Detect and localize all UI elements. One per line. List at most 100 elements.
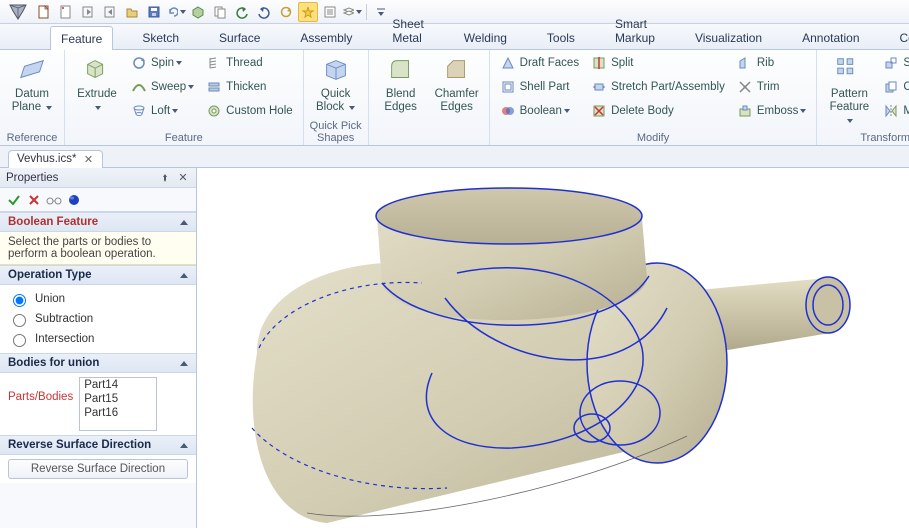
tab-sketch[interactable]: Sketch [131,25,190,49]
sweep-icon [131,79,147,95]
tab-smart-markup[interactable]: Smart Markup [604,11,666,49]
qat-new-icon[interactable] [34,2,54,22]
tab-feature[interactable]: Feature [50,26,113,50]
stretch-part-assembly-button[interactable]: Stretch Part/Assembly [587,76,729,98]
feature-name: Boolean Feature [8,216,98,228]
close-panel-icon[interactable]: ✕ [176,171,190,185]
tab-sheet-metal[interactable]: Sheet Metal [381,11,434,49]
qat-undo-icon[interactable] [232,2,252,22]
group-label: Feature [71,131,297,144]
sweep-button[interactable]: Sweep [127,76,198,98]
radio-input[interactable] [13,334,26,347]
group-label: Modify [496,131,811,144]
qat-export-icon[interactable] [78,2,98,22]
spin-icon [131,55,147,71]
spin-button[interactable]: Spin [127,52,198,74]
feature-name-section[interactable]: Boolean Feature [0,212,196,232]
tab-assembly[interactable]: Assembly [289,25,363,49]
ribbon-tabs: FeatureSketchSurfaceAssemblySheet MetalW… [0,24,909,50]
scale-body-button[interactable]: Scale B [879,52,909,74]
qat-highlight-icon[interactable] [298,2,318,22]
qat-refresh-icon[interactable] [276,2,296,22]
radio-input[interactable] [13,314,26,327]
mirror-button[interactable]: Mirror [879,100,909,122]
blend-edges-button[interactable]: BlendEdges [375,52,427,116]
qat-redo-icon[interactable] [254,2,274,22]
properties-panel: Properties ✕ Boolean Feature Select the … [0,168,197,528]
chamfer-edges-button[interactable]: ChamferEdges [431,52,483,116]
radio-input[interactable] [13,294,26,307]
ribbon-group-transform: PatternFeature Scale BCopy BMirror Transf… [817,50,909,145]
pin-icon[interactable] [158,171,172,185]
split-button[interactable]: Split [587,52,729,74]
quick-block-button[interactable]: QuickBlock [310,52,362,116]
collapse-icon [180,443,188,448]
thicken-button[interactable]: Thicken [202,76,296,98]
radio-intersection[interactable]: Intersection [8,329,188,349]
list-item[interactable]: Part15 [80,392,156,406]
panel-toolbar [0,188,196,212]
parts-bodies-list[interactable]: Part14Part15Part16 [79,377,157,431]
qat-open-icon[interactable] [122,2,142,22]
viewport-3d[interactable] [197,168,909,528]
cancel-icon[interactable] [26,192,42,208]
pattern-feature-button[interactable]: PatternFeature [823,52,875,129]
radio-subtraction[interactable]: Subtraction [8,309,188,329]
extrude-button[interactable]: Extrude [71,52,123,116]
chamfer-edges-icon [441,54,473,86]
qat-new2-icon[interactable] [56,2,76,22]
operation-type-section[interactable]: Operation Type [0,265,196,285]
document-tab[interactable]: Vevhus.ics* ✕ [8,150,103,168]
group-label: Transform [823,131,909,144]
scale-body-icon [883,55,899,71]
boolean-button[interactable]: Boolean [496,100,583,122]
hint-text: Select the parts or bodies to perform a … [0,232,196,265]
qat-copy-icon[interactable] [210,2,230,22]
ok-icon[interactable] [6,192,22,208]
tab-common[interactable]: Common [889,25,909,49]
tab-annotation[interactable]: Annotation [791,25,870,49]
emboss-button[interactable]: Emboss [733,100,811,122]
panel-title-bar: Properties ✕ [0,168,196,188]
reverse-section[interactable]: Reverse Surface Direction [0,435,196,455]
sphere-icon[interactable] [66,192,82,208]
draft-faces-button[interactable]: Draft Faces [496,52,583,74]
copy-body-button[interactable]: Copy B [879,76,909,98]
qat-undo-menu-icon[interactable] [166,2,186,22]
blend-edges-icon [385,54,417,86]
list-item[interactable]: Part14 [80,378,156,392]
qat-list-icon[interactable] [320,2,340,22]
qat-save-icon[interactable] [144,2,164,22]
quick-access-toolbar [0,0,909,24]
tab-tools[interactable]: Tools [536,25,586,49]
datum-plane-icon [16,54,48,86]
close-icon[interactable]: ✕ [82,153,94,165]
qat-object-icon[interactable] [188,2,208,22]
qat-import-icon[interactable] [100,2,120,22]
trim-button[interactable]: Trim [733,76,811,98]
bodies-section[interactable]: Bodies for union [0,353,196,373]
radio-union[interactable]: Union [8,289,188,309]
rib-icon [737,55,753,71]
shell-part-icon [500,79,516,95]
collapse-icon [180,220,188,225]
rib-button[interactable]: Rib [733,52,811,74]
list-item[interactable]: Part16 [80,406,156,420]
document-tabs: Vevhus.ics* ✕ [0,146,909,168]
shell-part-button[interactable]: Shell Part [496,76,583,98]
custom-hole-button[interactable]: Custom Hole [202,100,296,122]
qat-layers-icon[interactable] [342,2,362,22]
tab-surface[interactable]: Surface [208,25,271,49]
loft-button[interactable]: Loft [127,100,198,122]
thicken-icon [206,79,222,95]
custom-hole-icon [206,103,222,119]
datum-plane-button[interactable]: DatumPlane [6,52,58,116]
emboss-icon [737,103,753,119]
delete-body-button[interactable]: Delete Body [587,100,729,122]
reverse-surface-button[interactable]: Reverse Surface Direction [8,459,188,479]
thread-button[interactable]: Thread [202,52,296,74]
tab-visualization[interactable]: Visualization [684,25,773,49]
glasses-icon[interactable] [46,192,62,208]
tab-welding[interactable]: Welding [453,25,518,49]
document-tab-label: Vevhus.ics* [17,153,76,165]
